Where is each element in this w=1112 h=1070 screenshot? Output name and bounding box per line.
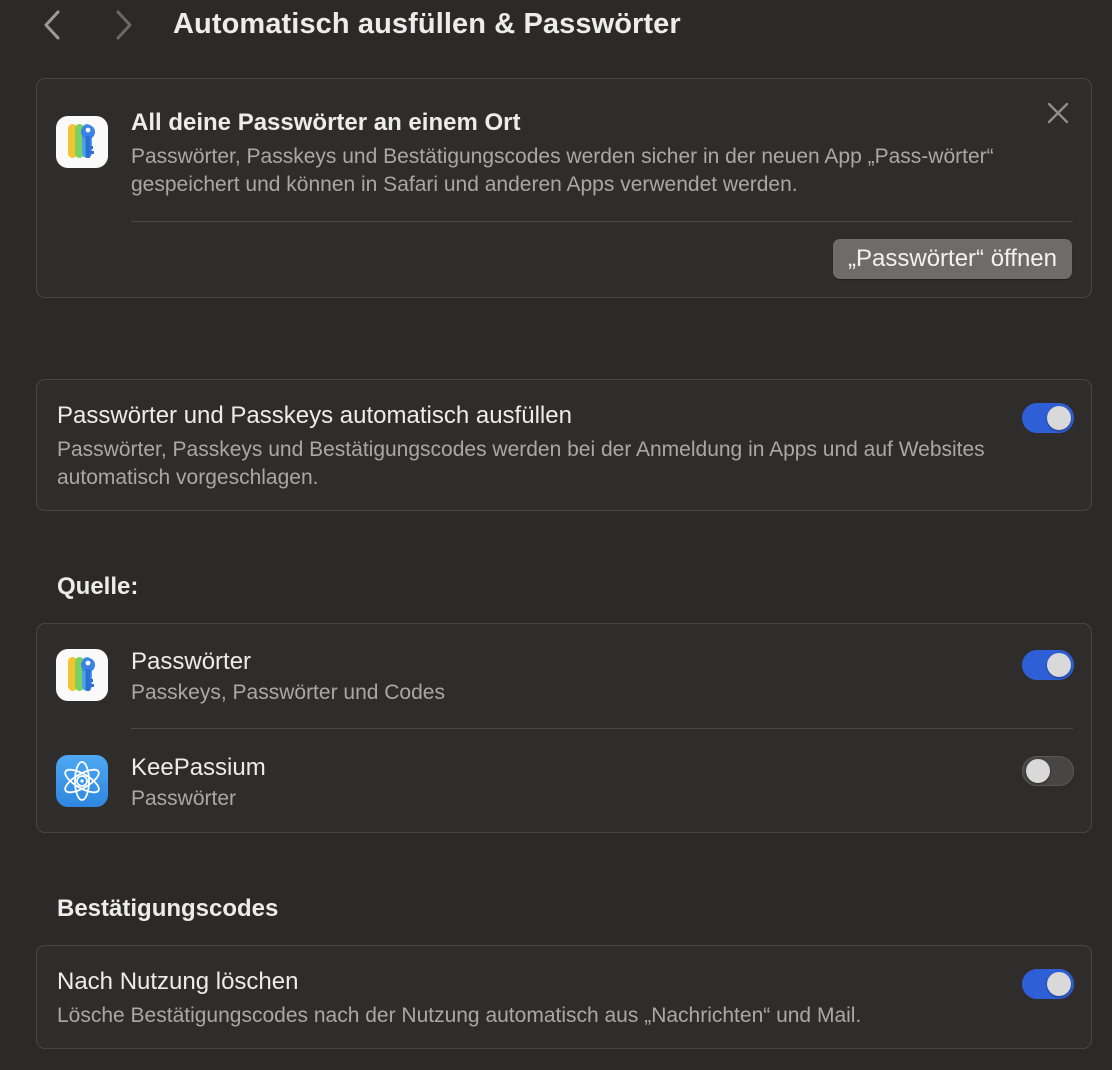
passwords-source-toggle[interactable]: [1022, 650, 1074, 680]
open-passwords-button[interactable]: „Passwörter“ öffnen: [833, 239, 1072, 279]
passwords-app-banner: All deine Passwörter an einem Ort Passwö…: [36, 78, 1092, 298]
banner-description: Passwörter, Passkeys und Bestätigungscod…: [131, 145, 994, 196]
autofill-title: Passwörter und Passkeys automatisch ausf…: [57, 402, 572, 429]
passwords-app-icon: [56, 649, 108, 701]
keepassium-source-toggle[interactable]: [1022, 756, 1074, 786]
toggle-knob: [1047, 972, 1071, 996]
codes-setting: Nach Nutzung löschen Lösche Bestätigungs…: [36, 945, 1092, 1049]
source-subtitle: Passwörter: [131, 787, 237, 810]
toolbar: Automatisch ausfüllen & Passwörter: [0, 0, 1112, 52]
toggle-knob: [1047, 406, 1071, 430]
back-button[interactable]: [38, 8, 68, 42]
banner-title: All deine Passwörter an einem Ort: [131, 109, 521, 136]
toggle-knob: [1026, 759, 1050, 783]
forward-button[interactable]: [108, 8, 138, 42]
divider: [131, 221, 1073, 222]
sources-list: Passwörter Passkeys, Passwörter und Code…: [36, 623, 1092, 833]
close-icon: [1044, 99, 1072, 127]
codes-description: Lösche Bestätigungscodes nach der Nutzun…: [57, 1004, 862, 1027]
sources-header: Quelle:: [57, 573, 139, 600]
close-banner-button[interactable]: [1044, 99, 1072, 127]
divider: [131, 728, 1073, 729]
source-name: KeePassium: [131, 754, 266, 781]
toggle-knob: [1047, 653, 1071, 677]
source-name: Passwörter: [131, 648, 252, 675]
autofill-description: Passwörter, Passkeys und Bestätigungscod…: [57, 438, 985, 489]
page-title: Automatisch ausfüllen & Passwörter: [173, 8, 681, 40]
codes-title: Nach Nutzung löschen: [57, 968, 299, 995]
codes-header: Bestätigungscodes: [57, 895, 279, 922]
chevron-left-icon: [38, 8, 68, 42]
autofill-setting: Passwörter und Passkeys automatisch ausf…: [36, 379, 1092, 511]
passwords-app-icon: [56, 116, 108, 168]
autofill-toggle[interactable]: [1022, 403, 1074, 433]
source-subtitle: Passkeys, Passwörter und Codes: [131, 681, 445, 704]
delete-after-use-toggle[interactable]: [1022, 969, 1074, 999]
keepassium-app-icon: [56, 755, 108, 807]
chevron-right-icon: [108, 8, 138, 42]
